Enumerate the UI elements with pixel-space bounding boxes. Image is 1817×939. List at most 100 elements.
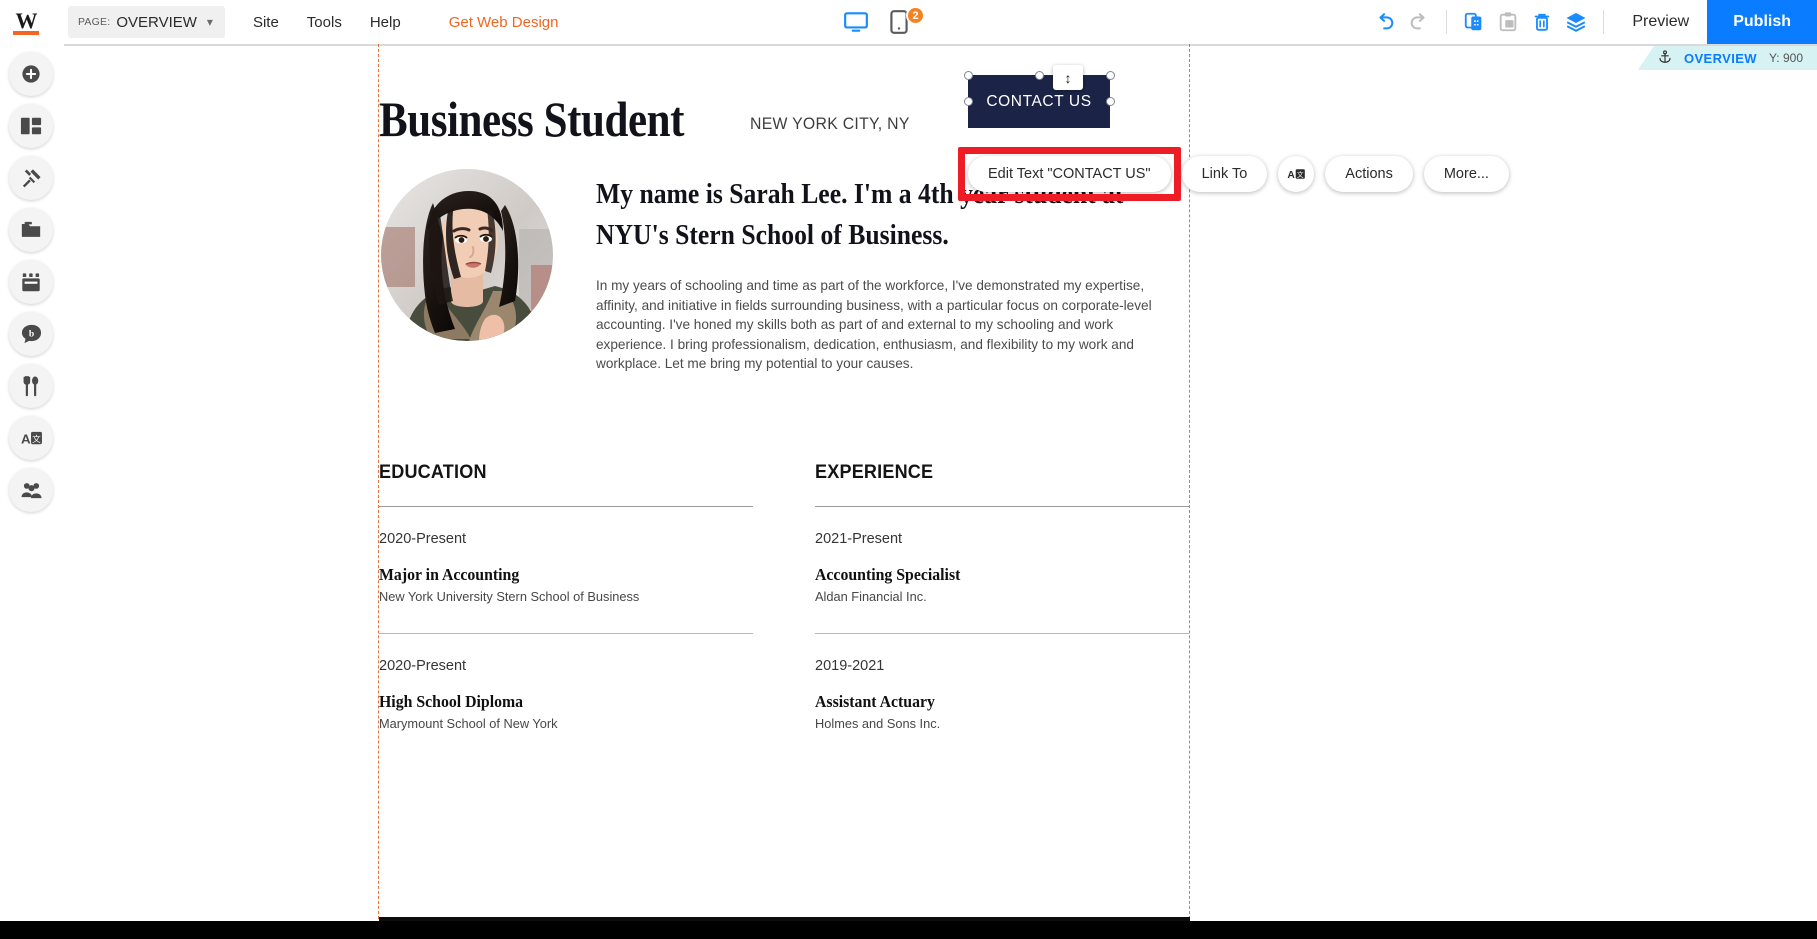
menu-tools[interactable]: Tools <box>307 14 342 31</box>
page-selector-value: OVERVIEW <box>116 13 197 31</box>
list-item: 2021-Present Accounting Specialist Aldan… <box>815 507 1189 634</box>
page-title[interactable]: Business Student <box>379 90 684 148</box>
get-web-design-link[interactable]: Get Web Design <box>449 14 559 31</box>
layers-icon <box>1566 13 1586 32</box>
section-heading[interactable]: EXPERIENCE <box>815 462 1170 484</box>
undo-button[interactable] <box>1368 5 1402 39</box>
resize-handle-tc[interactable] <box>1035 71 1044 80</box>
menu-help[interactable]: Help <box>370 14 401 31</box>
link-to-button[interactable]: Link To <box>1181 156 1268 192</box>
list-item: 2020-Present Major in Accounting New Yor… <box>379 507 753 634</box>
resize-handle-tr[interactable] <box>1106 71 1115 80</box>
mobile-view-button[interactable]: 2 <box>889 6 925 35</box>
svg-text:b: b <box>28 329 33 340</box>
menu-site[interactable]: Site <box>253 14 279 31</box>
sidebar-item-members[interactable] <box>9 468 53 512</box>
logo-underline <box>13 31 39 35</box>
entry-date[interactable]: 2020-Present <box>379 531 753 547</box>
chevron-down-icon: ▾ <box>206 15 213 29</box>
list-item: 2020-Present High School Diploma Marymou… <box>379 634 753 731</box>
layout-blocks-icon <box>20 117 42 135</box>
sidebar-item-design[interactable] <box>9 156 53 200</box>
section-ribbon-position: Y: 900 <box>1768 51 1803 65</box>
entry-org[interactable]: Aldan Financial Inc. <box>815 589 1189 604</box>
translate-icon: A 文 <box>1287 169 1305 181</box>
device-switcher: 2 <box>843 0 925 44</box>
trash-icon <box>1534 13 1550 31</box>
copy-button[interactable] <box>1457 5 1491 39</box>
redo-button[interactable] <box>1402 5 1436 39</box>
more-button[interactable]: More... <box>1423 156 1509 192</box>
entry-date[interactable]: 2019-2021 <box>815 658 1189 674</box>
entry-title[interactable]: High School Diploma <box>379 692 727 712</box>
site-content: Business Student NEW YORK CITY, NY CONTA… <box>379 44 1509 939</box>
contact-us-button[interactable]: CONTACT US <box>968 75 1110 128</box>
entry-title[interactable]: Major in Accounting <box>379 565 727 585</box>
sidebar-item-translate[interactable]: A 文 <box>9 416 53 460</box>
copy-icon <box>1465 12 1482 31</box>
profile-photo <box>381 169 553 341</box>
redo-icon <box>1411 13 1425 30</box>
section-ribbon-name: OVERVIEW <box>1683 50 1757 66</box>
entry-org[interactable]: Marymount School of New York <box>379 716 753 731</box>
svg-text:A: A <box>21 431 31 446</box>
element-context-toolbar: Edit Text "CONTACT US" Link To A 文 Actio… <box>958 147 1509 201</box>
entry-title[interactable]: Assistant Actuary <box>815 692 1163 712</box>
avatar[interactable] <box>381 169 553 341</box>
paste-icon <box>1500 12 1517 32</box>
hero-location[interactable]: NEW YORK CITY, NY <box>750 114 910 134</box>
translate-icon: A 文 <box>21 431 42 446</box>
layers-button[interactable] <box>1559 5 1593 39</box>
experience-column: EXPERIENCE 2021-Present Accounting Speci… <box>815 462 1189 731</box>
section-heading[interactable]: EDUCATION <box>379 462 734 484</box>
hero-section: Business Student NEW YORK CITY, NY CONTA… <box>379 44 1190 148</box>
preview-button[interactable]: Preview <box>1614 13 1707 31</box>
editor-window: W PAGE: OVERVIEW ▾ Site Tools Help Get W… <box>0 0 1817 939</box>
folder-icon <box>21 221 41 237</box>
resize-handle-tl[interactable] <box>964 71 973 80</box>
intro-paragraph[interactable]: In my years of schooling and time as par… <box>596 276 1171 374</box>
sidebar-item-restaurant[interactable] <box>9 364 53 408</box>
toolbar-divider <box>1446 10 1448 34</box>
actions-button[interactable]: Actions <box>1325 156 1413 192</box>
anchor-icon <box>1658 49 1672 67</box>
undo-icon <box>1379 13 1394 30</box>
entry-date[interactable]: 2021-Present <box>815 531 1189 547</box>
resize-handle-mr[interactable] <box>1106 97 1115 106</box>
delete-button[interactable] <box>1525 5 1559 39</box>
app-logo[interactable]: W <box>0 0 52 44</box>
sidebar-item-blog[interactable]: b <box>9 312 53 356</box>
sidebar-item-store[interactable] <box>9 260 53 304</box>
members-icon <box>21 482 41 498</box>
entry-date[interactable]: 2020-Present <box>379 658 753 674</box>
paste-button[interactable] <box>1491 5 1525 39</box>
plus-circle-icon <box>22 65 40 83</box>
desktop-view-button[interactable] <box>843 9 869 35</box>
resize-handle-ml[interactable] <box>964 97 973 106</box>
entry-org[interactable]: New York University Stern School of Busi… <box>379 589 753 604</box>
edit-text-highlight-wrapper: Edit Text "CONTACT US" <box>958 147 1181 201</box>
translate-element-button[interactable]: A 文 <box>1278 156 1315 192</box>
entry-org[interactable]: Holmes and Sons Inc. <box>815 716 1189 731</box>
education-column: EDUCATION 2020-Present Major in Accounti… <box>379 462 753 731</box>
list-item: 2019-2021 Assistant Actuary Holmes and S… <box>815 634 1189 731</box>
publish-button[interactable]: Publish <box>1707 0 1817 44</box>
fork-spoon-icon <box>23 376 39 397</box>
svg-text:文: 文 <box>1297 170 1304 179</box>
intro-block: My name is Sarah Lee. I'm a 4th year stu… <box>596 174 1191 374</box>
svg-text:文: 文 <box>32 432 41 444</box>
vertical-resize-icon[interactable]: ↕ <box>1053 65 1083 90</box>
window-footer <box>0 921 1817 939</box>
entry-title[interactable]: Accounting Specialist <box>815 565 1163 585</box>
editor-canvas[interactable]: OVERVIEW Y: 900 Business Student NEW YOR… <box>64 44 1817 939</box>
page-selector[interactable]: PAGE: OVERVIEW ▾ <box>68 6 225 38</box>
resume-columns: EDUCATION 2020-Present Major in Accounti… <box>379 462 1190 731</box>
left-sidebar: b A 文 <box>0 44 64 939</box>
sidebar-item-media[interactable] <box>9 208 53 252</box>
mobile-issues-badge[interactable]: 2 <box>906 6 925 25</box>
edit-text-button[interactable]: Edit Text "CONTACT US" <box>968 156 1171 192</box>
sidebar-item-sections[interactable] <box>9 104 53 148</box>
sidebar-item-add[interactable] <box>9 52 53 96</box>
section-ribbon[interactable]: OVERVIEW Y: 900 <box>1637 46 1817 70</box>
blog-bubble-icon: b <box>21 324 41 344</box>
